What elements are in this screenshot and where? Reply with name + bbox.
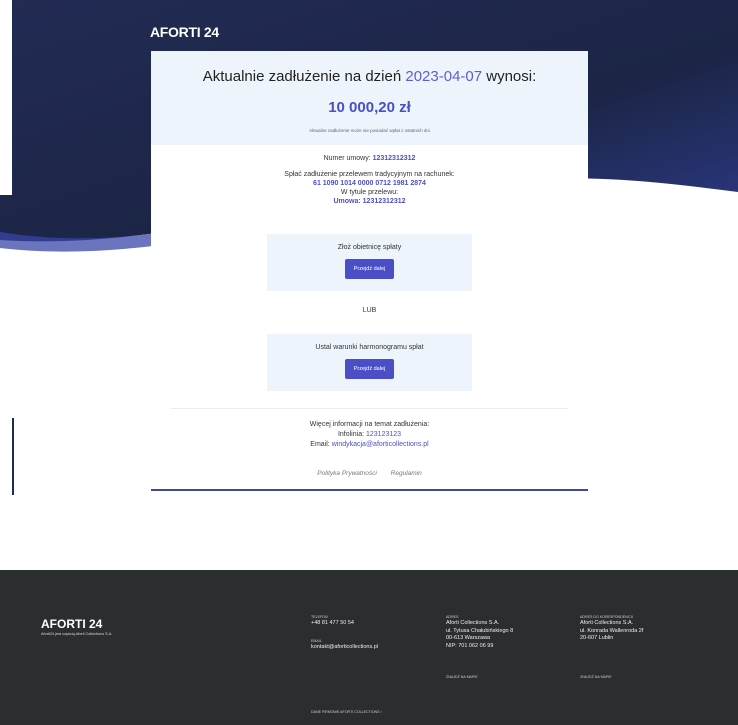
more-heading: Więcej informacji na temat zadłużenia: <box>309 421 430 428</box>
schedule-option: Ustal warunki harmonogramu spłat Przejdź… <box>267 334 472 391</box>
footer-address: ADRES Aforti Collections S.A. ul. Tytusa… <box>446 615 514 649</box>
email-link[interactable]: windykacja@aforticollections.pl <box>332 441 429 448</box>
debt-card: Aktualnie zadłużenie na dzień 2023-04-07… <box>151 51 588 491</box>
contract-row: Numer umowy: 12312312312 <box>323 155 416 162</box>
transfer-title-value: Umowa: 12312312312 <box>333 198 406 205</box>
promise-next-button[interactable]: Przejdź dalej <box>344 259 395 279</box>
summary-title: Aktualnie zadłużenie na dzień 2023-04-07… <box>202 68 537 85</box>
brand-logo[interactable]: AFORTI 24 <box>150 24 219 40</box>
payment-details: Numer umowy: 12312312312 Spłać zadłużeni… <box>151 145 588 205</box>
debt-summary: Aktualnie zadłużenie na dzień 2023-04-07… <box>151 51 588 145</box>
terms-link[interactable]: Regulamin <box>391 470 422 477</box>
pay-label: Spłać zadłużenie przelewem tradycyjnym n… <box>284 171 455 178</box>
legal-links: Polityka Prywatności Regulamin <box>151 470 588 477</box>
promise-label: Złoż obietnicę spłaty <box>337 244 402 251</box>
map-link-lublin[interactable]: ZNAJDŹ NA MAPIE <box>580 674 612 680</box>
divider <box>171 408 568 409</box>
footer-email[interactable]: kontakt@aforticollections.pl <box>311 644 378 652</box>
hotline-row: Infolinia: 123123123 <box>337 431 402 438</box>
footer-contact: TELEFON +48 81 477 50 54 EMAIL kontakt@a… <box>311 615 379 652</box>
privacy-policy-link[interactable]: Polityka Prywatności <box>317 470 377 477</box>
summary-note: Aktualne zadłużenie może nie posiadać wp… <box>309 128 430 133</box>
footer-logo[interactable]: AFORTI 24 <box>41 617 102 631</box>
or-separator: LUB <box>362 307 377 314</box>
footer: AFORTI 24 Aforti24 jest częścią Aforti C… <box>0 570 738 725</box>
footer-phone[interactable]: +48 81 477 50 54 <box>311 620 378 628</box>
schedule-next-button[interactable]: Przejdź dalej <box>344 359 395 379</box>
debt-date: 2023-04-07 <box>405 68 483 85</box>
schedule-label: Ustal warunki harmonogramu spłat <box>315 344 424 351</box>
company-data-link[interactable]: DANE FIRMOWE AFORTI COLLECTIONS › <box>311 709 382 715</box>
debt-amount: 10 000,20 zł <box>328 99 411 116</box>
transfer-title-label: W tytule przelewu: <box>340 189 399 196</box>
left-edge-line-lower <box>12 418 14 495</box>
more-info: Więcej informacji na temat zadłużenia: I… <box>151 420 588 450</box>
left-edge-line <box>12 0 14 195</box>
bank-account: 61 1090 1014 0000 0712 1981 2874 <box>313 180 426 187</box>
contract-number: 12312312312 <box>372 155 416 162</box>
promise-option: Złoż obietnicę spłaty Przejdź dalej <box>267 234 472 291</box>
footer-tagline: Aforti24 jest częścią Aforti Collections… <box>41 632 113 636</box>
hotline-link[interactable]: 123123123 <box>366 431 401 438</box>
footer-correspondence: ADRES DO KORESPONDENCJI Aforti Collectio… <box>580 615 644 641</box>
left-edge <box>0 0 12 195</box>
map-link-warsaw[interactable]: ZNAJDŹ NA MAPIE <box>446 674 478 680</box>
email-row: Email: windykacja@aforticollections.pl <box>310 441 429 448</box>
